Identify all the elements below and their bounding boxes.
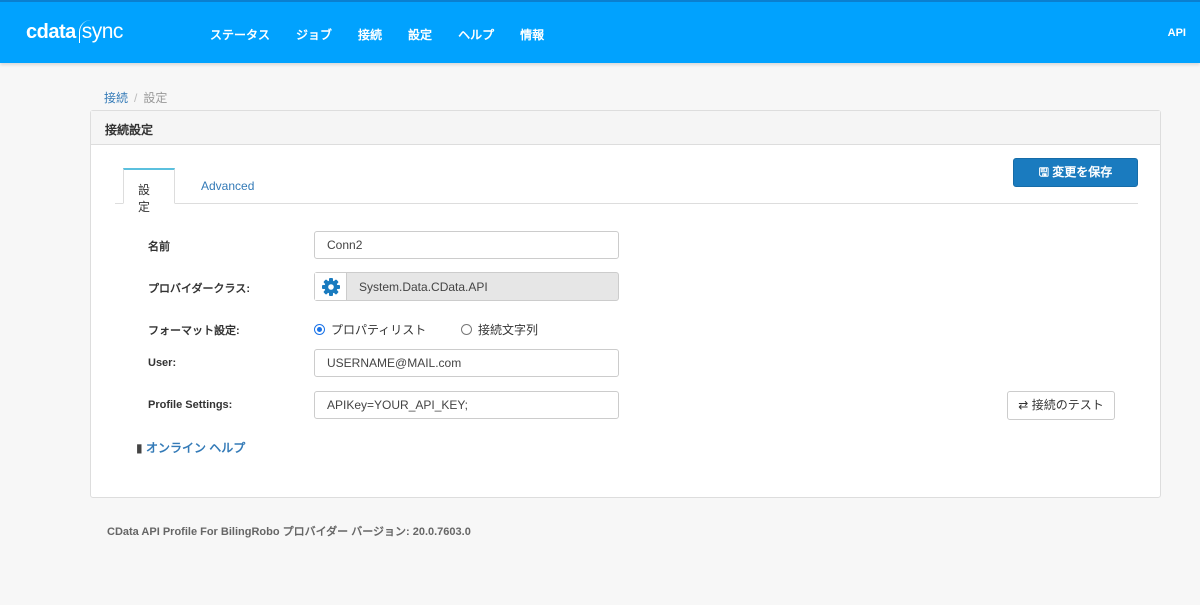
cdata-sync-logo[interactable]: cdata sync [26,20,123,44]
nav-jobs[interactable]: ジョブ [296,26,332,43]
connection-settings-panel: 接続設定 設定 Advanced 🖫 変更を保存 名前 Conn2 プロバイダー… [90,110,1161,498]
profile-settings-input[interactable]: APIKey=YOUR_API_KEY; [314,391,619,419]
gear-icon [315,273,347,300]
tab-divider [115,203,1138,204]
tab-advanced[interactable]: Advanced [187,168,268,204]
nav-info[interactable]: 情報 [520,26,544,43]
name-label: 名前 [148,241,170,253]
nav-connections[interactable]: 接続 [358,26,382,43]
provider-version: CData API Profile For BilingRobo プロバイダー … [107,526,471,538]
online-help-link[interactable]: ▮ オンライン ヘルプ [136,439,245,456]
breadcrumb-connections[interactable]: 接続 [104,91,128,105]
book-icon: ▮ [136,441,143,455]
breadcrumb: 接続 / 設定 [104,91,168,105]
format-label: フォーマット設定: [148,325,240,337]
provider-label: プロバイダークラス: [148,283,251,295]
save-icon: 🖫 [1038,165,1053,179]
top-navbar: cdata sync ステータス ジョブ 接続 設定 ヘルプ 情報 API [0,0,1200,63]
test-connection-button[interactable]: ⇄ 接続のテスト [1007,391,1115,420]
user-label: User: [148,357,177,369]
tab-settings[interactable]: 設定 [123,168,175,214]
nav-settings[interactable]: 設定 [408,26,432,43]
profile-settings-label: Profile Settings: [148,399,233,411]
name-input[interactable]: Conn2 [314,231,619,259]
exchange-icon: ⇄ [1018,398,1032,412]
radio-connection-string[interactable]: 接続文字列 [461,321,538,338]
panel-title: 接続設定 [91,111,1160,145]
breadcrumb-current: 設定 [143,91,168,105]
provider-class-field[interactable]: System.Data.CData.API [314,272,619,301]
main-nav: ステータス ジョブ 接続 設定 ヘルプ 情報 [210,26,544,43]
user-input[interactable]: USERNAME@MAIL.com [314,349,619,377]
nav-help[interactable]: ヘルプ [458,26,494,43]
save-changes-button[interactable]: 🖫 変更を保存 [1013,158,1138,187]
radio-property-list[interactable]: プロパティリスト [314,321,426,338]
nav-status[interactable]: ステータス [210,26,270,43]
nav-api[interactable]: API [1168,27,1186,39]
